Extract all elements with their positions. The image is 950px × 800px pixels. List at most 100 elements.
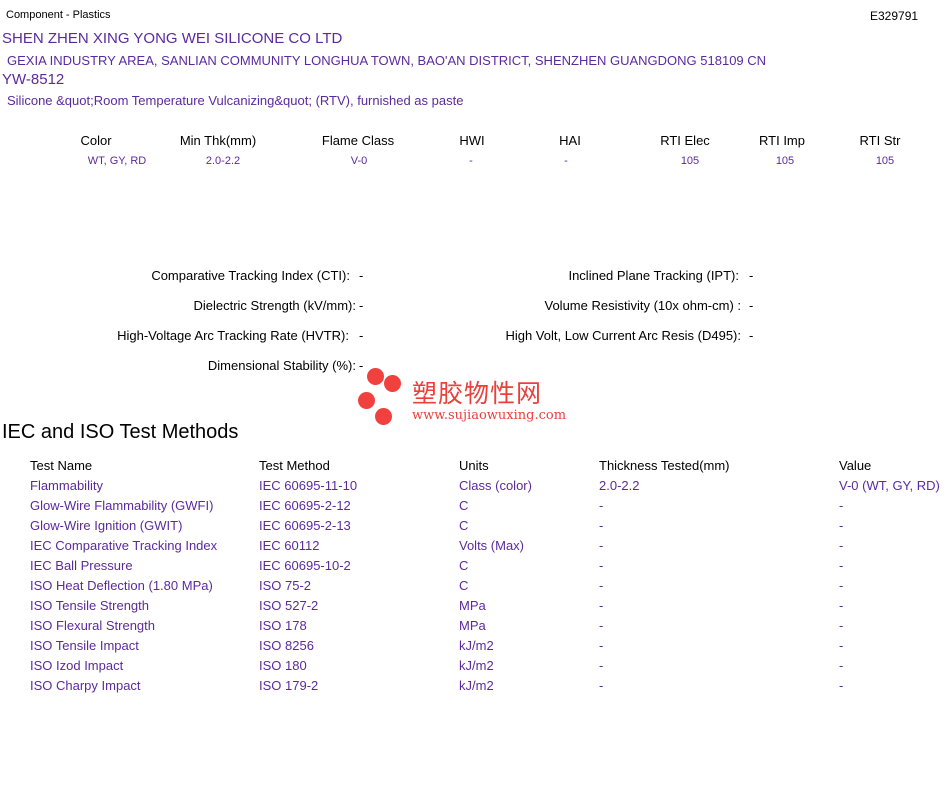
cell-units: C [459,518,469,533]
dielectric-value: - [359,298,364,313]
ratings-header-flame-class: Flame Class [321,133,395,148]
d495-label: High Volt, Low Current Arc Resis (D495): [505,328,741,343]
watermark-dot-icon [375,408,392,425]
cell-thickness: - [599,598,604,613]
cell-test-method: IEC 60695-11-10 [259,478,358,493]
product-model: YW-8512 [2,71,65,88]
cell-test-name: ISO Flexural Strength [30,618,155,633]
cell-test-method: ISO 8256 [259,638,314,653]
cell-value: - [839,558,844,573]
cell-test-name: ISO Charpy Impact [30,678,141,693]
cell-units: C [459,498,469,513]
dimensional-stability-label: Dimensional Stability (%): [207,358,356,373]
ratings-header-rti-elec: RTI Elec [660,133,710,148]
volume-resistivity-value: - [749,298,754,313]
cell-units: MPa [459,598,486,613]
cell-units: MPa [459,618,486,633]
cell-value: - [839,498,844,513]
cell-units: kJ/m2 [459,678,494,693]
cell-thickness: - [599,578,604,593]
ratings-value-rti-str: 105 [875,155,895,167]
site-watermark: 塑胶物性网 www.sujiaowuxing.com [358,368,598,428]
ipt-label: Inclined Plane Tracking (IPT): [568,268,739,283]
cell-thickness: - [599,538,604,553]
ratings-header-color: Color [80,133,112,148]
col-header-test-method: Test Method [259,458,330,473]
cell-value: - [839,518,844,533]
company-address: GEXIA INDUSTRY AREA, SANLIAN COMMUNITY L… [7,53,767,68]
company-name: SHEN ZHEN XING YONG WEI SILICONE CO LTD [2,30,343,47]
volume-resistivity-label: Volume Resistivity (10x ohm-cm) : [544,298,742,313]
ratings-value-rti-elec: 105 [680,155,700,167]
cell-test-method: IEC 60695-2-12 [259,498,351,513]
product-description: Silicone &quot;Room Temperature Vulcaniz… [7,93,464,108]
ratings-header-hwi: HWI [459,133,485,148]
watermark-chinese-text: 塑胶物性网 [412,379,543,408]
ipt-value: - [749,268,754,283]
cell-thickness: - [599,678,604,693]
file-number: E329791 [870,9,919,23]
cell-thickness: - [599,498,604,513]
hvtr-value: - [359,328,364,343]
cell-value: - [839,578,844,593]
cell-test-name: Flammability [30,478,103,493]
cell-value: - [839,678,844,693]
ratings-header-hai: HAI [559,133,581,148]
ratings-value-flame-class: V-0 [350,155,368,167]
cell-value: - [839,658,844,673]
cell-thickness: - [599,518,604,533]
ratings-value-rti-imp: 105 [775,155,795,167]
cell-units: kJ/m2 [459,638,494,653]
col-header-thickness: Thickness Tested(mm) [599,458,730,473]
ratings-value-color: WT, GY, RD [87,155,147,167]
cell-test-method: ISO 180 [259,658,307,673]
cell-value: - [839,538,844,553]
ratings-header-rti-str: RTI Str [859,133,901,148]
cti-label: Comparative Tracking Index (CTI): [151,268,350,283]
ratings-value-min-thk: 2.0-2.2 [205,155,241,167]
cell-test-method: IEC 60112 [259,538,320,553]
cell-value: - [839,598,844,613]
ratings-value-hwi: - [469,155,473,167]
cell-test-name: ISO Tensile Strength [30,598,149,613]
cell-test-name: IEC Ball Pressure [30,558,133,573]
cell-units: C [459,558,469,573]
col-header-units: Units [459,458,489,473]
cell-test-method: IEC 60695-2-13 [259,518,351,533]
watermark-url: www.sujiaowuxing.com [412,408,567,423]
cell-thickness: - [599,618,604,633]
cell-thickness: - [599,658,604,673]
watermark-dot-icon [384,375,401,392]
d495-value: - [749,328,754,343]
ratings-value-hai: - [564,155,568,167]
cell-thickness: 2.0-2.2 [599,478,640,493]
dielectric-label: Dielectric Strength (kV/mm): [193,298,356,313]
cell-value: - [839,618,844,633]
test-methods-title: IEC and ISO Test Methods [2,421,239,443]
cell-test-method: IEC 60695-10-2 [259,558,351,573]
cell-units: Volts (Max) [459,538,525,553]
cell-value: V-0 (WT, GY, RD) [839,478,940,493]
col-header-test-name: Test Name [30,458,93,473]
cell-test-name: ISO Tensile Impact [30,638,139,653]
cell-test-method: ISO 75-2 [259,578,312,593]
category-label: Component - Plastics [6,9,111,21]
ratings-header-rti-imp: RTI Imp [759,133,805,148]
cell-test-method: ISO 527-2 [259,598,319,613]
cell-thickness: - [599,558,604,573]
cell-value: - [839,638,844,653]
cell-units: Class (color) [459,478,532,493]
col-header-value: Value [839,458,872,473]
watermark-dot-icon [367,368,384,385]
cell-test-name: Glow-Wire Flammability (GWFI) [30,498,214,513]
hvtr-label: High-Voltage Arc Tracking Rate (HVTR): [117,328,349,343]
watermark-dot-icon [358,392,375,409]
cell-units: kJ/m2 [459,658,494,673]
cti-value: - [359,268,364,283]
ratings-header-min-thk: Min Thk(mm) [179,133,257,148]
cell-test-name: ISO Izod Impact [30,658,124,673]
cell-test-method: ISO 178 [259,618,307,633]
cell-test-method: ISO 179-2 [259,678,319,693]
cell-test-name: IEC Comparative Tracking Index [30,538,218,553]
cell-test-name: Glow-Wire Ignition (GWIT) [30,518,183,533]
